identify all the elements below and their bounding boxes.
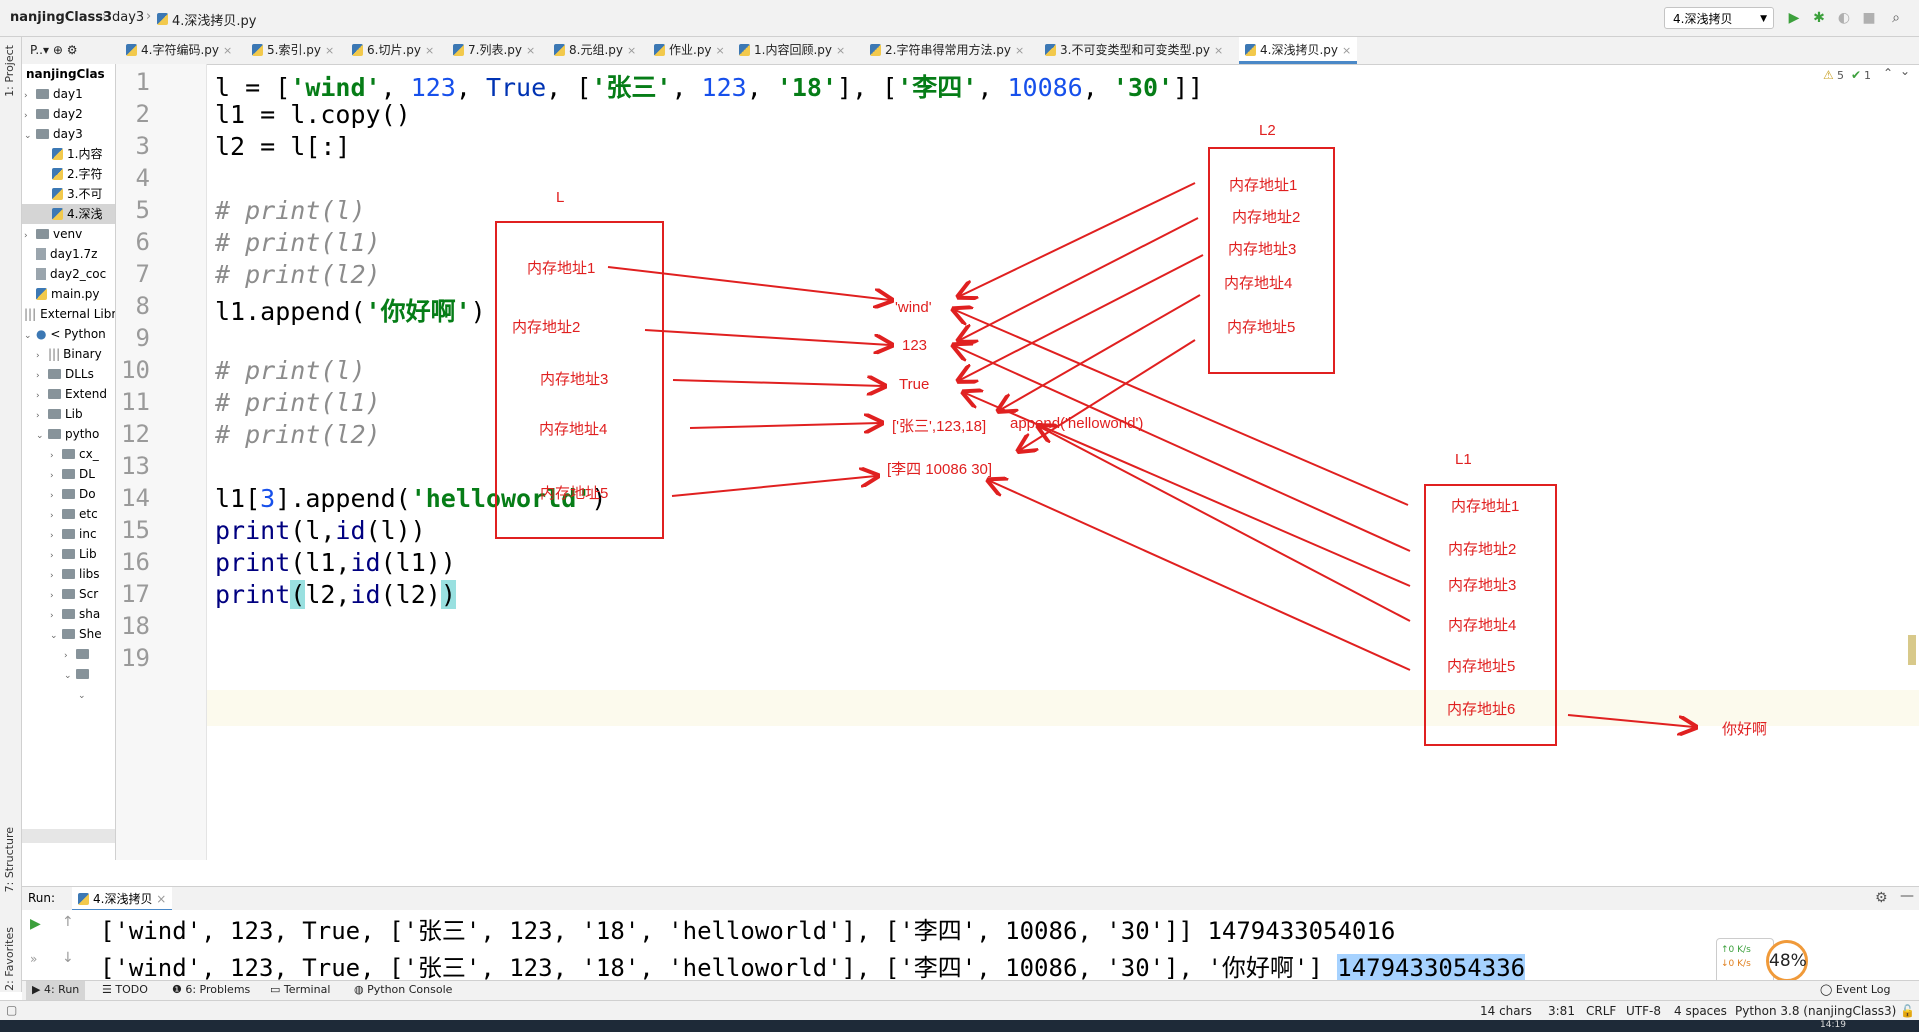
arrow-L-3 xyxy=(672,380,883,386)
tab-run[interactable]: ▶ 4: Run xyxy=(26,981,86,1001)
value-zhangsan-list: ['张三',123,18] xyxy=(892,418,987,435)
label-L2-addr-1: 内存地址1 xyxy=(1229,177,1298,194)
event-log-button[interactable]: ◯ Event Log xyxy=(1820,983,1890,996)
cpu-usage-indicator: 48% xyxy=(1766,940,1808,982)
tab-problems[interactable]: ❶ 6: Problems xyxy=(172,983,250,996)
console-output-line-1[interactable]: ['wind', 123, True, ['张三', 123, '18', 'h… xyxy=(100,911,1395,946)
value-true: True xyxy=(899,376,930,393)
tab-todo[interactable]: ☰ TODO xyxy=(102,983,148,996)
annotation-arrows xyxy=(607,182,1919,1032)
label-L2-addr-3: 内存地址3 xyxy=(1228,241,1297,258)
label-L1: L1 xyxy=(1455,451,1472,468)
rerun-icon[interactable]: ▶ xyxy=(30,916,41,932)
label-L-addr-3: 内存地址3 xyxy=(540,371,609,388)
label-L2-addr-2: 内存地址2 xyxy=(1232,209,1301,226)
arrow-L-4 xyxy=(689,423,880,428)
label-L-addr-2: 内存地址2 xyxy=(512,319,581,336)
more-icon[interactable]: » xyxy=(30,952,37,966)
gear-icon[interactable]: ⚙ xyxy=(1875,890,1888,906)
label-L1-addr-2: 内存地址2 xyxy=(1448,541,1517,558)
status-line-separator[interactable]: CRLF xyxy=(1586,1004,1616,1018)
close-icon: × xyxy=(156,892,167,906)
label-L1-addr-4: 内存地址4 xyxy=(1448,617,1517,634)
tab-terminal[interactable]: ▭ Terminal xyxy=(270,983,330,996)
os-taskbar: 14:19 xyxy=(0,1020,1919,1032)
status-interpreter[interactable]: Python 3.8 (nanjingClass3) xyxy=(1735,1004,1896,1018)
arrow-L1-4 xyxy=(1040,427,1411,622)
arrow-L-2 xyxy=(644,329,890,345)
lock-icon[interactable]: 🔓 xyxy=(1900,1004,1915,1018)
tab-python-console[interactable]: ◍ Python Console xyxy=(354,983,452,996)
upload-speed: ↑0 K/s xyxy=(1721,945,1751,955)
arrow-L-5 xyxy=(671,476,876,497)
status-indent[interactable]: 4 spaces xyxy=(1674,1004,1727,1018)
value-wind: 'wind' xyxy=(895,299,932,316)
label-L1-addr-5: 内存地址5 xyxy=(1447,658,1516,675)
label-L2: L2 xyxy=(1259,122,1276,139)
label-L2-addr-4: 内存地址4 xyxy=(1224,275,1293,292)
label-L2-addr-5: 内存地址5 xyxy=(1227,319,1296,336)
run-panel-header: Run: 4.深浅拷贝 × ⚙ — xyxy=(22,886,1919,911)
label-L1-addr-1: 内存地址1 xyxy=(1451,498,1520,515)
arrow-L1-5 xyxy=(990,481,1411,671)
arrow-down-icon[interactable]: ↓ xyxy=(62,950,74,966)
layout-toggle-icon[interactable]: ▢ xyxy=(6,1003,17,1017)
label-L1-addr-3: 内存地址3 xyxy=(1448,577,1517,594)
arrow-L2-4 xyxy=(1000,294,1201,410)
status-bar: ▢ 14 chars 3:81 CRLF UTF-8 4 spaces Pyth… xyxy=(0,1000,1919,1021)
arrow-up-icon[interactable]: ↑ xyxy=(62,914,74,930)
label-L-addr-4: 内存地址4 xyxy=(539,421,608,438)
bottom-tool-tabs: ▶ 4: Run ☰ TODO ❶ 6: Problems ▭ Terminal… xyxy=(22,980,1919,1001)
value-nihao: 你好啊 xyxy=(1722,721,1768,738)
label-L-addr-1: 内存地址1 xyxy=(527,260,596,277)
status-caret-position[interactable]: 3:81 xyxy=(1548,1004,1575,1018)
arrow-L2-5 xyxy=(1020,339,1196,450)
run-label: Run: xyxy=(28,891,56,905)
status-selection-chars[interactable]: 14 chars xyxy=(1480,1004,1532,1018)
clock: 14:19 xyxy=(1820,1020,1846,1030)
value-123: 123 xyxy=(902,337,928,354)
label-L: L xyxy=(556,189,565,206)
arrow-L2-3 xyxy=(960,254,1204,380)
run-tab[interactable]: 4.深浅拷贝 × xyxy=(72,887,173,911)
selected-id: 1479433054336 xyxy=(1337,954,1526,982)
console-output-line-2[interactable]: ['wind', 123, True, ['张三', 123, '18', 'h… xyxy=(100,948,1526,983)
minimize-icon[interactable]: — xyxy=(1900,888,1914,904)
run-console[interactable]: ▶ ↑ » ↓ ['wind', 123, True, ['张三', 123, … xyxy=(22,910,1919,983)
download-speed: ↓0 K/s xyxy=(1721,959,1751,969)
label-L1-addr-6: 内存地址6 xyxy=(1447,701,1516,718)
append-note: append('helloworld') xyxy=(1010,415,1144,432)
label-L-addr-5: 内存地址5 xyxy=(540,485,609,502)
value-lisi-list: [李四 10086 30] xyxy=(887,461,993,478)
status-encoding[interactable]: UTF-8 xyxy=(1626,1004,1661,1018)
arrow-L1-6 xyxy=(1567,714,1694,727)
arrow-L1-1 xyxy=(955,310,1409,506)
